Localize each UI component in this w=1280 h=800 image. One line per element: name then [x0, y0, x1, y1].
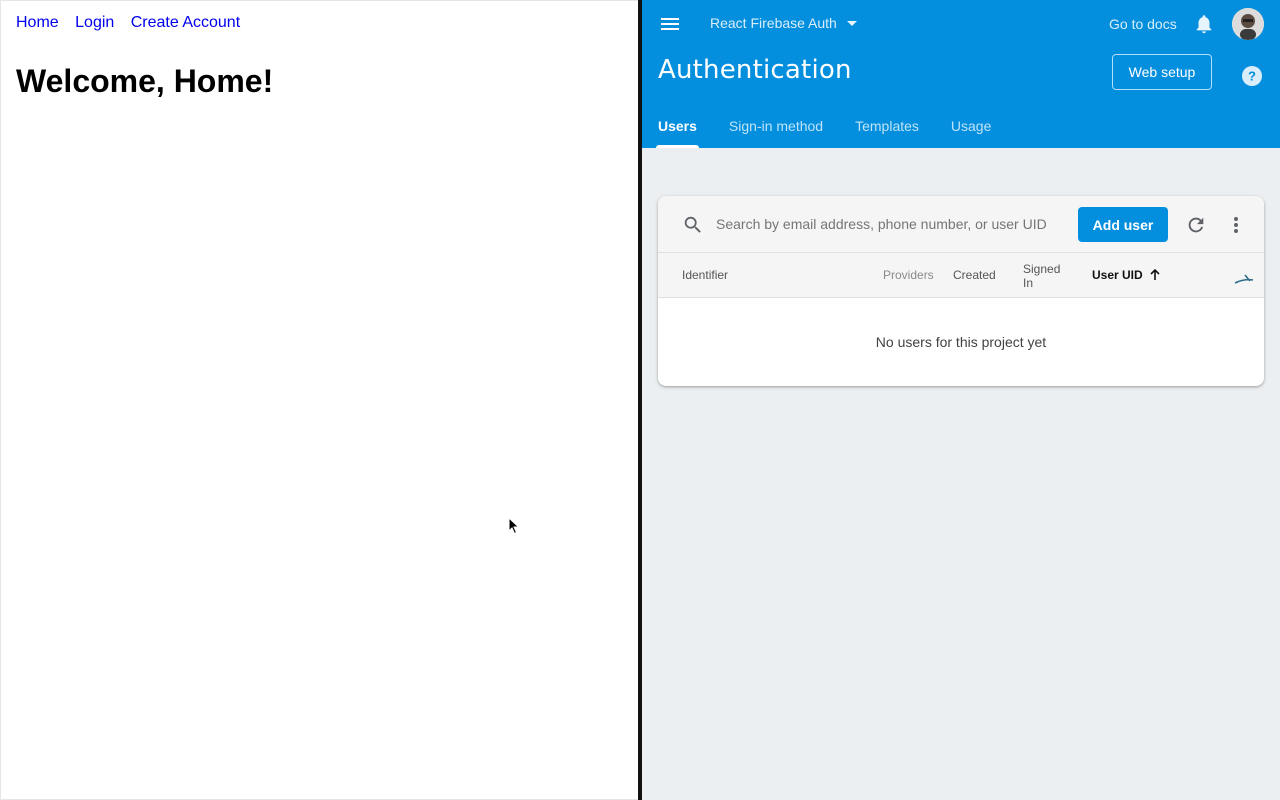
column-user-uid-label: User UID — [1092, 268, 1143, 282]
mouse-cursor — [508, 516, 520, 535]
empty-state-message: No users for this project yet — [875, 334, 1047, 350]
react-app-pane: Home Login Create Account Welcome, Home! — [0, 0, 638, 800]
arrow-up-icon — [1150, 269, 1160, 280]
tab-users[interactable]: Users — [642, 106, 713, 148]
column-providers: Providers — [883, 268, 934, 282]
page-title: Authentication — [658, 55, 852, 85]
column-created[interactable]: Created — [953, 268, 996, 282]
menu-icon[interactable] — [658, 12, 682, 36]
search-input[interactable] — [716, 213, 1056, 235]
project-name: React Firebase Auth — [710, 15, 837, 31]
nav-link-home[interactable]: Home — [16, 14, 59, 31]
tab-templates[interactable]: Templates — [839, 106, 935, 148]
users-table-header: Identifier Providers Created Signed In U… — [658, 253, 1264, 298]
svg-text:?: ? — [1248, 69, 1256, 84]
firebase-console-pane: React Firebase Auth Go to docs Authentic… — [642, 0, 1280, 800]
help-icon[interactable]: ? — [1242, 66, 1262, 86]
refresh-icon[interactable] — [1185, 214, 1207, 236]
nav-link-login[interactable]: Login — [75, 14, 114, 31]
bell-icon[interactable] — [1193, 12, 1215, 36]
column-identifier[interactable]: Identifier — [682, 268, 728, 282]
auth-tabs: Users Sign-in method Templates Usage — [642, 106, 1007, 148]
users-card: Add user Identifier Providers Created Si… — [658, 196, 1264, 386]
users-toolbar: Add user — [658, 196, 1264, 253]
project-selector[interactable]: React Firebase Auth — [710, 15, 857, 31]
tab-sign-in-method[interactable]: Sign-in method — [713, 106, 839, 148]
tab-usage[interactable]: Usage — [935, 106, 1007, 148]
column-settings-icon[interactable] — [1233, 271, 1255, 287]
column-signed-in[interactable]: Signed In — [1023, 262, 1073, 290]
chevron-down-icon — [846, 20, 857, 26]
avatar[interactable] — [1232, 8, 1264, 40]
welcome-heading: Welcome, Home! — [16, 63, 274, 99]
add-user-button[interactable]: Add user — [1078, 207, 1168, 242]
go-to-docs-link[interactable]: Go to docs — [1109, 16, 1177, 32]
app-nav: Home Login Create Account — [16, 14, 252, 32]
web-setup-button[interactable]: Web setup — [1112, 54, 1212, 90]
more-vert-icon[interactable] — [1226, 215, 1246, 235]
nav-link-create-account[interactable]: Create Account — [131, 14, 240, 31]
column-user-uid[interactable]: User UID — [1092, 268, 1161, 282]
console-header: React Firebase Auth Go to docs Authentic… — [642, 0, 1280, 148]
search-icon — [682, 214, 704, 236]
